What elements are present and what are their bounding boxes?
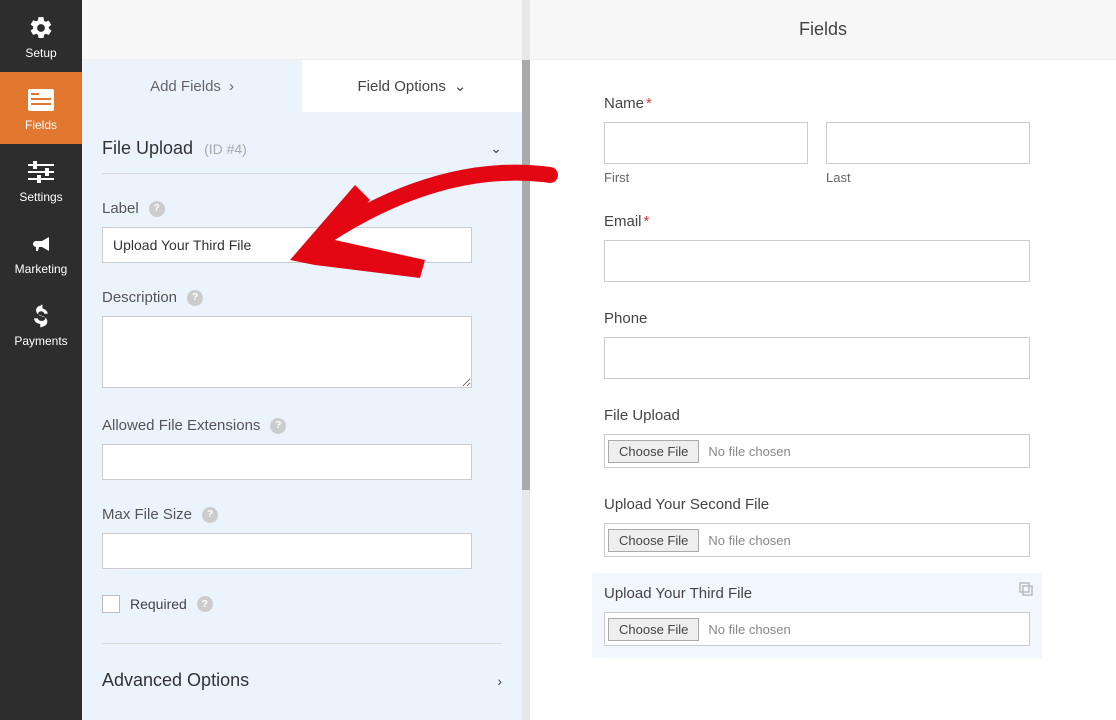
email-input[interactable] — [604, 240, 1030, 282]
gear-icon — [27, 14, 55, 42]
help-icon[interactable]: ? — [270, 418, 286, 434]
chevron-right-icon: › — [229, 78, 234, 95]
chevron-down-icon: ⌄ — [454, 77, 467, 95]
no-file-text: No file chosen — [702, 444, 790, 459]
sidebar-label-payments: Payments — [14, 334, 67, 348]
section-id: (ID #4) — [204, 141, 247, 157]
description-block: Description ? — [102, 263, 502, 391]
name-label: Name* — [604, 95, 1030, 112]
advanced-header[interactable]: Advanced Options › — [102, 643, 502, 705]
sidebar-label-fields: Fields — [25, 118, 57, 132]
bullhorn-icon — [27, 230, 55, 258]
phone-input[interactable] — [604, 337, 1030, 379]
sidebar-item-fields[interactable]: Fields — [0, 72, 82, 144]
sidebar-item-setup[interactable]: Setup — [0, 0, 82, 72]
last-name-input[interactable] — [826, 122, 1030, 164]
left-panel: Add Fields › Field Options ⌄ File Upload… — [82, 0, 530, 720]
label-row: Label ? — [102, 200, 502, 217]
first-name-input[interactable] — [604, 122, 808, 164]
form-field-second-file[interactable]: Upload Your Second File Choose File No f… — [604, 496, 1030, 557]
sidebar-label-setup: Setup — [25, 46, 56, 60]
no-file-text: No file chosen — [702, 533, 790, 548]
file-upload-label: File Upload — [604, 407, 1030, 424]
sidebar-label-settings: Settings — [19, 190, 62, 204]
required-row[interactable]: Required ? — [102, 595, 502, 613]
chevron-down-icon: ⌄ — [490, 140, 502, 157]
form-icon — [27, 86, 55, 114]
second-file-label: Upload Your Second File — [604, 496, 1030, 513]
form-field-phone[interactable]: Phone — [604, 310, 1030, 379]
sidebar-item-marketing[interactable]: Marketing — [0, 216, 82, 288]
max-size-row: Max File Size ? — [102, 506, 502, 523]
file-input-row[interactable]: Choose File No file chosen — [604, 612, 1030, 646]
chevron-right-icon: › — [497, 673, 502, 689]
help-icon[interactable]: ? — [149, 201, 165, 217]
form-field-email[interactable]: Email* — [604, 213, 1030, 282]
label-input[interactable] — [102, 227, 472, 263]
sidebar-item-payments[interactable]: Payments — [0, 288, 82, 360]
sidebar-item-settings[interactable]: Settings — [0, 144, 82, 216]
phone-label: Phone — [604, 310, 1030, 327]
scrollbar[interactable] — [522, 0, 530, 720]
help-icon[interactable]: ? — [187, 290, 203, 306]
required-checkbox[interactable] — [102, 595, 120, 613]
form-field-third-file[interactable]: Upload Your Third File Choose File No fi… — [592, 573, 1042, 658]
preview-panel: Fields Name* First Last — [530, 0, 1116, 720]
allowed-ext-block: Allowed File Extensions ? — [102, 391, 502, 480]
third-file-label: Upload Your Third File — [604, 585, 1030, 602]
sidebar-label-marketing: Marketing — [15, 262, 68, 276]
preview-header: Fields — [530, 0, 1116, 60]
choose-file-button[interactable]: Choose File — [608, 529, 699, 552]
form-field-file-upload[interactable]: File Upload Choose File No file chosen — [604, 407, 1030, 468]
section-title: File Upload (ID #4) — [102, 138, 247, 159]
tab-add-fields-label: Add Fields — [150, 78, 221, 95]
help-icon[interactable]: ? — [197, 596, 213, 612]
options-pane: File Upload (ID #4) ⌄ Label ? Descriptio… — [82, 112, 522, 720]
help-icon[interactable]: ? — [202, 507, 218, 523]
choose-file-button[interactable]: Choose File — [608, 440, 699, 463]
dollar-icon — [27, 302, 55, 330]
description-row: Description ? — [102, 289, 502, 306]
description-input[interactable] — [102, 316, 472, 388]
tab-add-fields[interactable]: Add Fields › — [82, 60, 302, 112]
advanced-title: Advanced Options — [102, 670, 249, 691]
file-input-row[interactable]: Choose File No file chosen — [604, 434, 1030, 468]
tab-field-options[interactable]: Field Options ⌄ — [302, 60, 522, 112]
email-label: Email* — [604, 213, 1030, 230]
form-field-name[interactable]: Name* First Last — [604, 95, 1030, 185]
form-area: Name* First Last Email* — [530, 60, 1116, 720]
no-file-text: No file chosen — [702, 622, 790, 637]
allowed-ext-row: Allowed File Extensions ? — [102, 417, 502, 434]
tabs-row: Add Fields › Field Options ⌄ — [82, 60, 522, 112]
label-block: Label ? — [102, 174, 502, 263]
required-label: Required — [130, 596, 187, 612]
last-sublabel: Last — [826, 170, 1030, 185]
scrollbar-thumb[interactable] — [522, 60, 530, 490]
max-size-block: Max File Size ? — [102, 480, 502, 569]
choose-file-button[interactable]: Choose File — [608, 618, 699, 641]
file-input-row[interactable]: Choose File No file chosen — [604, 523, 1030, 557]
tab-field-options-label: Field Options — [358, 78, 446, 95]
max-size-input[interactable] — [102, 533, 472, 569]
duplicate-icon[interactable] — [1018, 581, 1034, 600]
left-header — [82, 0, 522, 60]
sliders-icon — [27, 158, 55, 186]
first-sublabel: First — [604, 170, 808, 185]
allowed-ext-input[interactable] — [102, 444, 472, 480]
sidebar: Setup Fields Settings Marketing Payments — [0, 0, 82, 720]
section-header[interactable]: File Upload (ID #4) ⌄ — [102, 112, 502, 174]
